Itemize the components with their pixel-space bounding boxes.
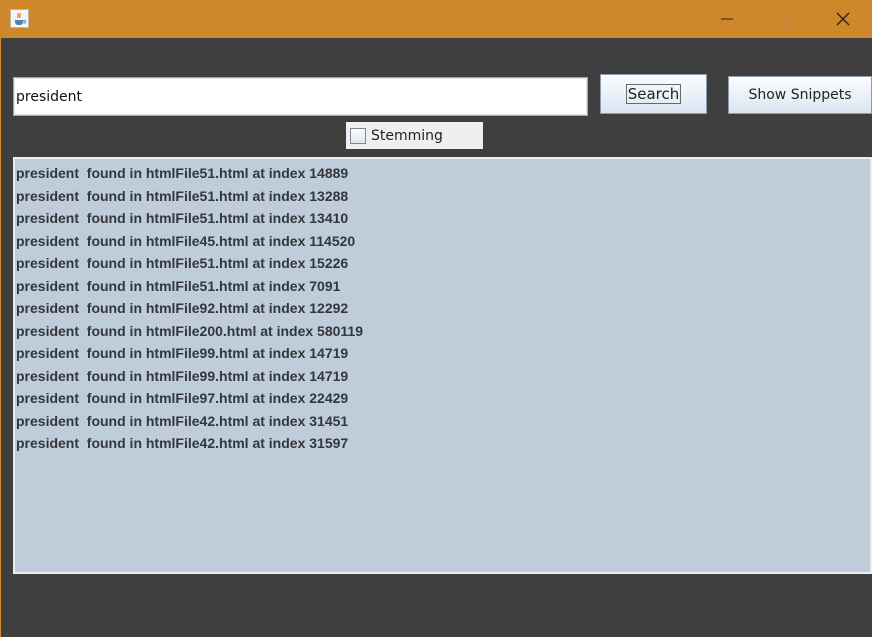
- result-line: president found in htmlFile51.html at in…: [16, 210, 349, 226]
- result-line: president found in htmlFile200.html at i…: [16, 322, 363, 339]
- show-snippets-button[interactable]: Show Snippets: [728, 76, 872, 114]
- result-line: president found in htmlFile51.html at in…: [16, 165, 349, 181]
- title-bar: [0, 0, 872, 38]
- maximize-button[interactable]: [756, 0, 814, 38]
- result-line: president found in htmlFile92.html at in…: [16, 300, 349, 316]
- result-line: president found in htmlFile51.html at in…: [16, 277, 341, 294]
- search-input[interactable]: [13, 77, 588, 116]
- checkbox-icon[interactable]: [350, 127, 366, 144]
- stemming-checkbox[interactable]: Stemming: [346, 122, 483, 149]
- window-border: [0, 38, 1, 637]
- result-line: president found in htmlFile45.html at in…: [16, 232, 356, 249]
- minimize-button[interactable]: [698, 0, 756, 38]
- result-line: president found in htmlFile97.html at in…: [16, 390, 349, 406]
- java-cup-icon: [10, 9, 29, 28]
- results-list[interactable]: president found in htmlFile51.html at in…: [13, 157, 872, 574]
- result-line: president found in htmlFile51.html at in…: [16, 187, 349, 204]
- show-snippets-label: Show Snippets: [748, 87, 852, 103]
- result-line: president found in htmlFile42.html at in…: [16, 435, 349, 451]
- search-button[interactable]: Search: [600, 74, 707, 114]
- result-line: president found in htmlFile42.html at in…: [16, 412, 349, 429]
- search-button-label: Search: [625, 84, 682, 104]
- maximize-icon: [779, 13, 791, 25]
- stemming-label: Stemming: [371, 127, 443, 144]
- close-icon: [836, 12, 850, 26]
- result-line: president found in htmlFile51.html at in…: [16, 255, 349, 271]
- close-button[interactable]: [814, 0, 872, 38]
- result-line: president found in htmlFile99.html at in…: [16, 345, 349, 361]
- minimize-icon: [721, 18, 733, 20]
- result-line: president found in htmlFile99.html at in…: [16, 367, 349, 384]
